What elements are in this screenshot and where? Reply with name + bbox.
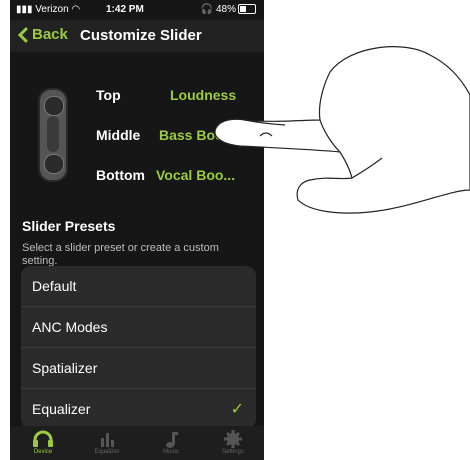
battery-status: 🎧 48% bbox=[201, 4, 256, 15]
gear-icon bbox=[224, 430, 242, 448]
status-bar: ▮▮▮ Verizon ◠ 1:42 PM 🎧 48% bbox=[10, 0, 264, 20]
back-label: Back bbox=[32, 26, 68, 43]
clock: 1:42 PM bbox=[106, 4, 144, 15]
preset-anc-modes[interactable]: ANC Modes bbox=[21, 307, 256, 348]
battery-icon bbox=[238, 4, 256, 15]
page-title: Customize Slider bbox=[80, 27, 202, 44]
slider-middle-label: Middle bbox=[96, 127, 141, 143]
chevron-left-icon bbox=[18, 27, 28, 42]
headphones-icon bbox=[33, 430, 53, 447]
pointing-hand-illustration bbox=[214, 46, 470, 214]
carrier-label: ▮▮▮ Verizon ◠ bbox=[16, 4, 81, 15]
slider-top-label: Top bbox=[96, 87, 121, 103]
tab-bar: Device Equalizer Music Settings bbox=[10, 426, 264, 460]
music-note-icon bbox=[166, 432, 178, 448]
presets-list: Default ANC Modes Spatializer Equalizer ✓ bbox=[21, 266, 256, 429]
tab-music[interactable]: Music bbox=[146, 429, 196, 455]
preset-equalizer[interactable]: Equalizer ✓ bbox=[21, 389, 256, 429]
slider-bottom-label: Bottom bbox=[96, 167, 145, 183]
checkmark-icon: ✓ bbox=[230, 401, 244, 418]
tab-settings[interactable]: Settings bbox=[208, 429, 258, 455]
presets-title: Slider Presets bbox=[22, 218, 116, 234]
tab-device[interactable]: Device bbox=[18, 429, 68, 455]
tab-equalizer[interactable]: Equalizer bbox=[82, 429, 132, 455]
slider-illustration bbox=[38, 88, 68, 182]
preset-default[interactable]: Default bbox=[21, 266, 256, 307]
presets-description: Select a slider preset or create a custo… bbox=[22, 242, 219, 267]
back-button[interactable]: Back bbox=[18, 26, 68, 43]
equalizer-icon bbox=[101, 433, 114, 447]
preset-spatializer[interactable]: Spatializer bbox=[21, 348, 256, 389]
